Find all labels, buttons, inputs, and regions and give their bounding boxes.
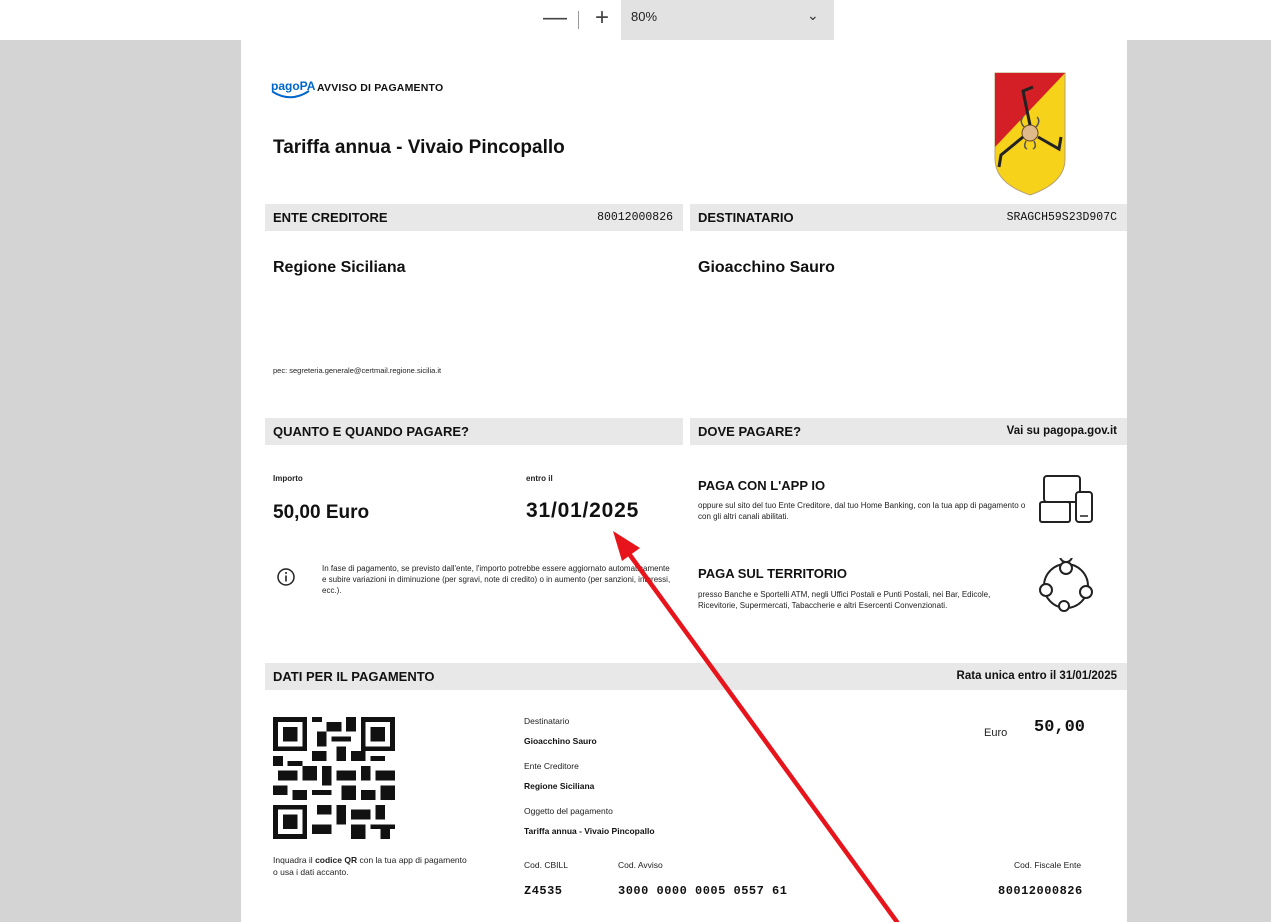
app-io-title: PAGA CON L'APP IO (698, 478, 826, 493)
pagopa-logo-swoosh (272, 90, 310, 99)
pagopa-site-link[interactable]: Vai su pagopa.gov.it (1007, 425, 1117, 437)
dove-pagare-title: DOVE PAGARE? (698, 424, 802, 439)
dati-ente-value: Regione Siciliana (524, 781, 595, 791)
destinatario-name: Gioacchino Sauro (698, 259, 835, 276)
territorio-title: PAGA SUL TERRITORIO (698, 566, 848, 581)
destinatario-title: DESTINATARIO (698, 210, 794, 225)
euro-label: Euro (984, 727, 1008, 739)
pagopa-logo: pagoPA (271, 77, 315, 101)
zoom-level-value: 80% (631, 9, 658, 24)
ente-pec-email: pec: segreteria.generale@certmail.region… (273, 366, 442, 375)
dati-oggetto-value: Tariffa annua - Vivaio Pincopallo (524, 826, 655, 836)
document-page: pagoPA AVVISO DI PAGAMENTO Tariffa annua… (241, 40, 1127, 922)
devices-icon (1039, 475, 1093, 523)
chevron-down-icon: ⌄ (807, 7, 819, 23)
quanto-quando-title: QUANTO E QUANDO PAGARE? (273, 424, 469, 439)
territorio-description: presso Banche e Sportelli ATM, negli Uff… (698, 590, 991, 610)
dati-destinatario-value: Gioacchino Sauro (524, 736, 597, 746)
importo-label: Importo (273, 474, 303, 483)
pagopa-site-url[interactable]: pagopa.gov.it (1043, 425, 1117, 437)
ente-creditore-name: Regione Siciliana (273, 259, 406, 276)
pagopa-site-prefix: Vai su (1006, 425, 1044, 437)
document-title: Tariffa annua - Vivaio Pincopallo (273, 137, 565, 158)
due-date-value: 31/01/2025 (526, 499, 640, 522)
quanto-quando-header: QUANTO E QUANDO PAGARE? (265, 418, 683, 445)
dati-pagamento-header: DATI PER IL PAGAMENTO Rata unica entro i… (265, 663, 1127, 690)
destinatario-header: DESTINATARIO SRAGCH59S23D907C (690, 204, 1127, 231)
zoom-level-select[interactable]: 80% ⌄ (621, 0, 834, 40)
qr-caption-bold: codice QR (315, 855, 358, 865)
dati-pagamento-title: DATI PER IL PAGAMENTO (273, 669, 435, 684)
notice-type-label: AVVISO DI PAGAMENTO (317, 82, 444, 94)
cbill-label: Cod. CBILL (524, 860, 568, 870)
pdf-toolbar: — + 80% ⌄ (0, 0, 1271, 40)
qr-caption-pre: Inquadra il (273, 855, 316, 865)
ente-creditore-code: 80012000826 (597, 211, 673, 224)
rata-unica-label: Rata unica entro il 31/01/2025 (956, 670, 1117, 682)
entro-label: entro il (526, 474, 553, 483)
location-network-icon (1039, 558, 1093, 612)
app-io-description: oppure sul sito del tuo Ente Creditore, … (698, 501, 1026, 521)
amount-update-note: In fase di pagamento, se previsto dall'e… (322, 564, 671, 595)
zoom-in-button[interactable]: + (589, 6, 615, 32)
dove-pagare-header: DOVE PAGARE? Vai su pagopa.gov.it (690, 418, 1127, 445)
destinatario-code: SRAGCH59S23D907C (1006, 211, 1117, 224)
avviso-value: 3000 0000 0005 0557 61 (618, 884, 788, 898)
fiscale-label: Cod. Fiscale Ente (1014, 860, 1082, 870)
zoom-out-button[interactable]: — (542, 6, 568, 32)
euro-amount: 50,00 (1034, 718, 1086, 737)
qr-code (273, 717, 395, 839)
cbill-value: Z4535 (524, 884, 563, 898)
dati-destinatario-label: Destinatario (524, 716, 570, 726)
ente-creditore-title: ENTE CREDITORE (273, 210, 388, 225)
coat-of-arms-sicily (994, 72, 1066, 196)
toolbar-separator (578, 11, 579, 29)
ente-creditore-header: ENTE CREDITORE 80012000826 (265, 204, 683, 231)
info-icon (277, 568, 295, 586)
avviso-label: Cod. Avviso (618, 860, 663, 870)
fiscale-value: 80012000826 (998, 884, 1083, 898)
dati-ente-label: Ente Creditore (524, 761, 579, 771)
qr-caption: Inquadra il codice QR con la tua app di … (273, 854, 473, 878)
importo-value: 50,00 Euro (273, 502, 370, 523)
dati-oggetto-label: Oggetto del pagamento (524, 806, 613, 816)
